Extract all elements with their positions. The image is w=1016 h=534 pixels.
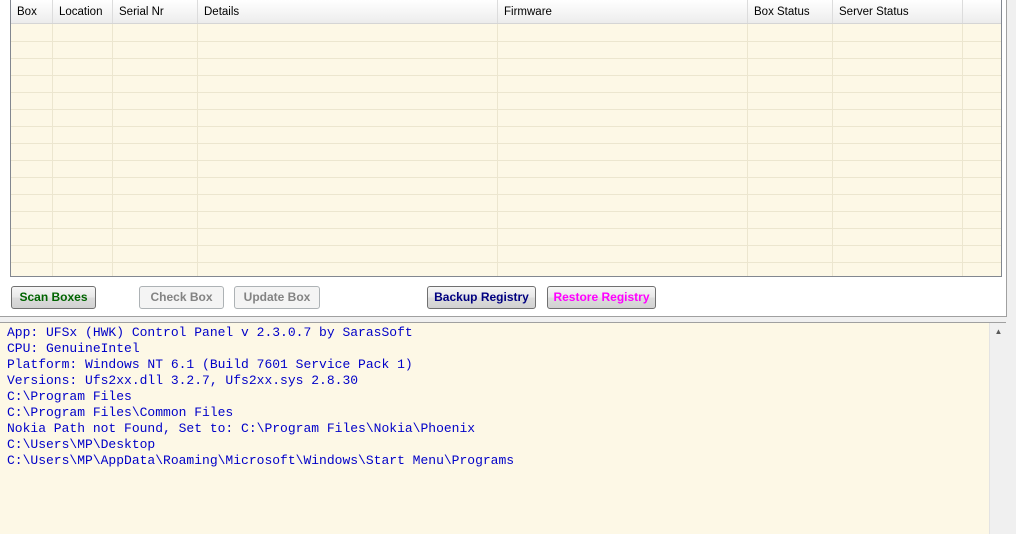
column-header-firmware[interactable]: Firmware [498,0,748,23]
column-header-location[interactable]: Location [53,0,113,23]
column-divider [497,24,498,276]
check-box-button[interactable]: Check Box [139,286,224,309]
column-header-server-status[interactable]: Server Status [833,0,963,23]
grid-row-line [11,92,1001,93]
boxes-table[interactable]: Box Location Serial Nr Details Firmware … [10,0,1002,277]
scroll-up-arrow-icon[interactable]: ▲ [990,323,1006,340]
log-line: C:\Program Files [7,389,132,404]
log-line: C:\Users\MP\Desktop [7,437,156,452]
log-line: App: UFSx (HWK) Control Panel v 2.3.0.7 … [7,325,413,340]
column-divider [747,24,748,276]
restore-registry-button[interactable]: Restore Registry [547,286,656,309]
log-line: Nokia Path not Found, Set to: C:\Program… [7,421,476,436]
log-line: C:\Program Files\Common Files [7,405,234,420]
grid-row-line [11,245,1001,246]
update-box-button[interactable]: Update Box [234,286,320,309]
column-header-box-status[interactable]: Box Status [748,0,833,23]
grid-row-line [11,41,1001,42]
log-output[interactable]: App: UFSx (HWK) Control Panel v 2.3.0.7 … [0,322,1006,534]
grid-row-line [11,75,1001,76]
grid-row-line [11,126,1001,127]
grid-row-line [11,58,1001,59]
grid-row-line [11,160,1001,161]
grid-row-line [11,109,1001,110]
grid-row-line [11,194,1001,195]
column-header-box[interactable]: Box [11,0,53,23]
log-line: Versions: Ufs2xx.dll 3.2.7, Ufs2xx.sys 2… [7,373,359,388]
log-lines: App: UFSx (HWK) Control Panel v 2.3.0.7 … [7,325,514,469]
grid-row-line [11,262,1001,263]
table-header: Box Location Serial Nr Details Firmware … [11,0,1001,24]
column-divider [112,24,113,276]
column-divider [962,24,963,276]
column-divider [52,24,53,276]
column-header-details[interactable]: Details [198,0,498,23]
backup-registry-button[interactable]: Backup Registry [427,286,536,309]
column-divider [832,24,833,276]
window-edge [1007,0,1016,533]
log-line: CPU: GenuineIntel [7,341,140,356]
grid-row-line [11,228,1001,229]
table-body [11,24,1001,276]
grid-row-line [11,211,1001,212]
scan-boxes-button[interactable]: Scan Boxes [11,286,96,309]
column-header-serial-nr[interactable]: Serial Nr [113,0,198,23]
log-line: Platform: Windows NT 6.1 (Build 7601 Ser… [7,357,413,372]
log-line: C:\Users\MP\AppData\Roaming\Microsoft\Wi… [7,453,515,468]
grid-row-line [11,143,1001,144]
grid-row-line [11,177,1001,178]
device-panel: Box Location Serial Nr Details Firmware … [0,0,1007,317]
column-divider [197,24,198,276]
log-scrollbar[interactable]: ▲ [989,323,1006,534]
